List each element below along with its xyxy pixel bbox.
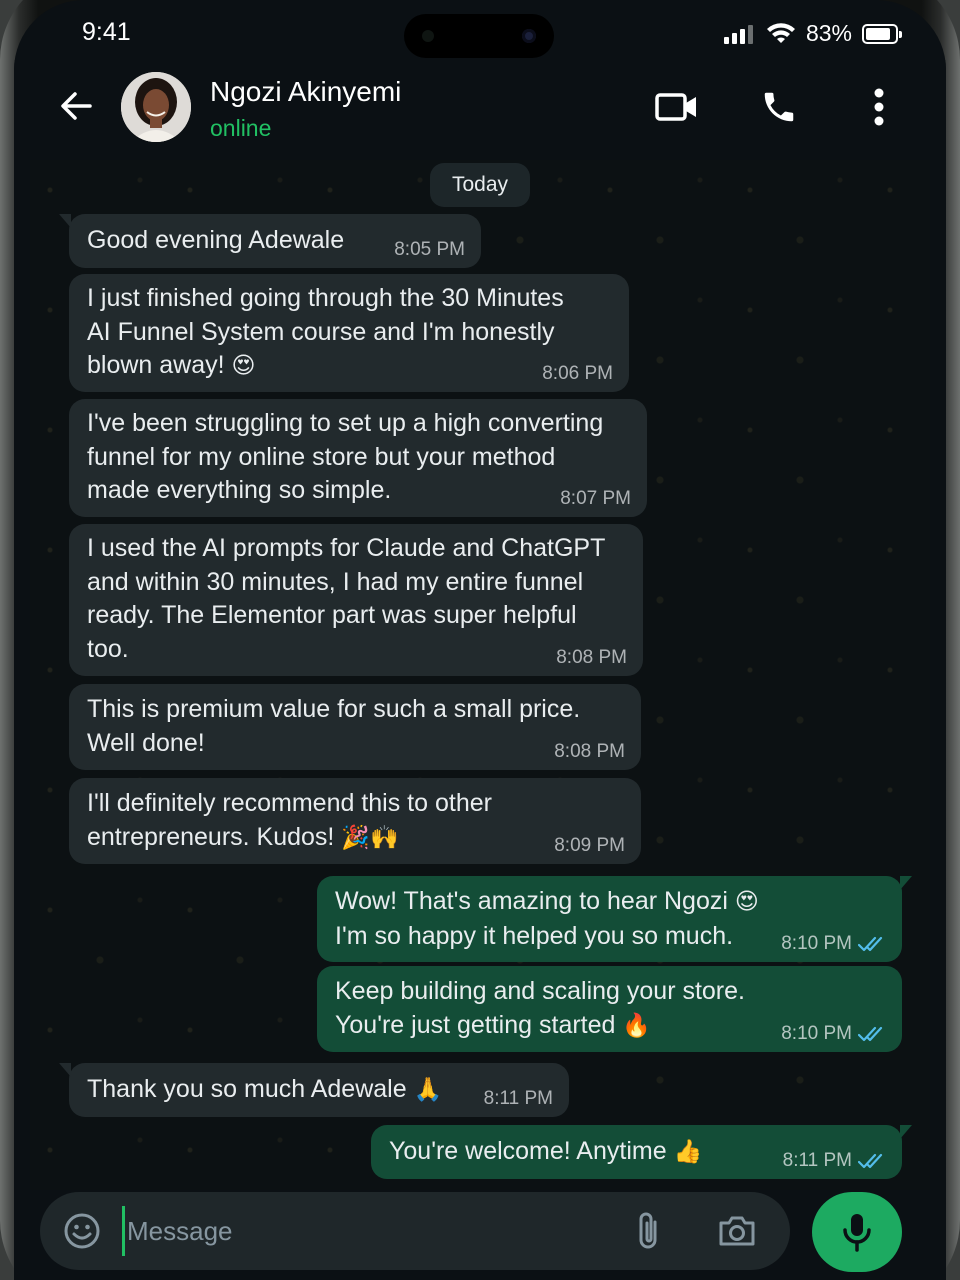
message-time-row: 8:10 PM bbox=[781, 1024, 886, 1044]
message-bubble-outgoing[interactable]: Wow! That's amazing to hear Ngozi 😍 I'm … bbox=[317, 876, 912, 962]
message-input[interactable] bbox=[122, 1206, 602, 1256]
heart-eyes-emoji: 😍 bbox=[734, 889, 759, 915]
battery-icon bbox=[862, 23, 902, 44]
message-time: 8:07 PM bbox=[560, 488, 631, 509]
message-time: 8:08 PM bbox=[556, 647, 627, 668]
camera-button[interactable] bbox=[714, 1208, 760, 1254]
double-check-read-icon bbox=[858, 1153, 883, 1169]
emoji-icon bbox=[64, 1213, 100, 1249]
folded-hands-emoji: 🙏 bbox=[413, 1077, 443, 1103]
message-line: too. bbox=[87, 634, 129, 663]
front-camera-icon bbox=[522, 29, 536, 43]
back-button[interactable] bbox=[54, 84, 98, 128]
mic-icon bbox=[843, 1214, 871, 1252]
message-text: Thank you so much Adewale bbox=[87, 1075, 407, 1103]
message-time-row: 8:11 PM bbox=[783, 1151, 886, 1171]
attach-button[interactable] bbox=[626, 1208, 670, 1254]
message-bubble-outgoing[interactable]: Keep building and scaling your store. Yo… bbox=[317, 966, 902, 1052]
message-bubble-incoming[interactable]: This is premium value for such a small p… bbox=[69, 684, 641, 770]
contact-status: online bbox=[210, 115, 272, 141]
message-line: I've been struggling to set up a high co… bbox=[87, 409, 604, 437]
voice-call-button[interactable] bbox=[754, 82, 804, 132]
chat-header: Ngozi Akinyemi online bbox=[14, 60, 946, 160]
double-check-read-icon bbox=[858, 1026, 883, 1042]
double-check-read-icon bbox=[858, 936, 883, 952]
message-line: This is premium value for such a small p… bbox=[87, 695, 581, 723]
message-line: I used the AI prompts for Claude and Cha… bbox=[87, 534, 606, 562]
back-arrow-icon bbox=[61, 92, 92, 120]
message-line: made everything so simple. bbox=[87, 476, 392, 504]
message-line: Well done! bbox=[87, 728, 205, 757]
fire-emoji: 🔥 bbox=[622, 1012, 652, 1039]
voice-message-button[interactable] bbox=[812, 1192, 902, 1272]
message-line: Keep building and scaling your store. bbox=[335, 977, 745, 1005]
message-bubble-outgoing[interactable]: You're welcome! Anytime 👍 8:11 PM bbox=[371, 1125, 912, 1179]
video-call-icon bbox=[655, 93, 696, 121]
message-line: AI Funnel System course and I'm honestly bbox=[87, 317, 555, 346]
status-indicators: 83% bbox=[723, 20, 902, 47]
message-time: 8:06 PM bbox=[542, 363, 613, 384]
contact-photo bbox=[121, 72, 191, 142]
video-call-button[interactable] bbox=[652, 82, 702, 132]
thumbs-up-emoji: 👍 bbox=[673, 1139, 703, 1165]
message-line: and within 30 minutes, I had my entire f… bbox=[87, 567, 584, 596]
message-time-row: 8:10 PM bbox=[781, 934, 886, 954]
message-bubble-incoming[interactable]: Good evening Adewale 8:05 PM bbox=[59, 214, 481, 268]
avatar[interactable] bbox=[121, 72, 191, 142]
date-separator: Today bbox=[430, 163, 530, 207]
message-bubble-incoming[interactable]: I just finished going through the 30 Min… bbox=[69, 274, 629, 392]
message-time: 8:08 PM bbox=[554, 741, 625, 762]
dynamic-island bbox=[404, 14, 554, 58]
battery-percentage: 83% bbox=[805, 20, 852, 46]
message-line: funnel for my online store but your meth… bbox=[87, 442, 556, 471]
message-time: 8:10 PM bbox=[781, 933, 852, 954]
message-time: 8:05 PM bbox=[394, 239, 465, 260]
message-line: Wow! That's amazing to hear Ngozi 😍 bbox=[335, 887, 759, 915]
heart-eyes-emoji: 😍 bbox=[231, 353, 256, 379]
message-line: blown away! 😍 bbox=[87, 351, 256, 379]
message-time: 8:11 PM bbox=[483, 1088, 553, 1109]
more-vert-icon bbox=[874, 88, 884, 126]
camera-icon bbox=[719, 1216, 755, 1246]
phone-icon bbox=[764, 92, 794, 122]
message-line: entrepreneurs. Kudos! 🎉🙌 bbox=[87, 822, 399, 851]
message-time: 8:09 PM bbox=[554, 835, 625, 856]
message-bubble-incoming[interactable]: Thank you so much Adewale 🙏 8:11 PM bbox=[59, 1063, 569, 1117]
message-bubble-incoming[interactable]: I'll definitely recommend this to other … bbox=[69, 778, 641, 864]
status-time: 9:41 bbox=[82, 18, 131, 46]
message-line: I'll definitely recommend this to other bbox=[87, 789, 492, 817]
message-composer bbox=[40, 1192, 790, 1270]
message-bubble-incoming[interactable]: I used the AI prompts for Claude and Cha… bbox=[69, 524, 643, 676]
message-time: 8:11 PM bbox=[782, 1150, 852, 1171]
emoji-button[interactable] bbox=[60, 1209, 104, 1253]
message-time: 8:10 PM bbox=[781, 1023, 852, 1044]
message-line: I just finished going through the 30 Min… bbox=[87, 284, 564, 312]
wifi-icon bbox=[766, 22, 795, 43]
message-line: ready. The Elementor part was super help… bbox=[87, 601, 577, 629]
contact-name[interactable]: Ngozi Akinyemi bbox=[210, 76, 401, 108]
more-options-button[interactable] bbox=[854, 82, 904, 132]
party-clap-emoji: 🎉🙌 bbox=[341, 824, 399, 851]
cellular-signal-icon bbox=[723, 24, 753, 44]
screen: 9:41 83% Ngozi Akinyemi online Today Goo… bbox=[14, 0, 946, 1280]
message-text: Good evening Adewale bbox=[87, 226, 345, 254]
sensor-icon bbox=[422, 30, 434, 42]
message-text: You're welcome! Anytime bbox=[389, 1137, 667, 1165]
paperclip-icon bbox=[639, 1212, 657, 1249]
message-bubble-incoming[interactable]: I've been struggling to set up a high co… bbox=[69, 399, 647, 517]
